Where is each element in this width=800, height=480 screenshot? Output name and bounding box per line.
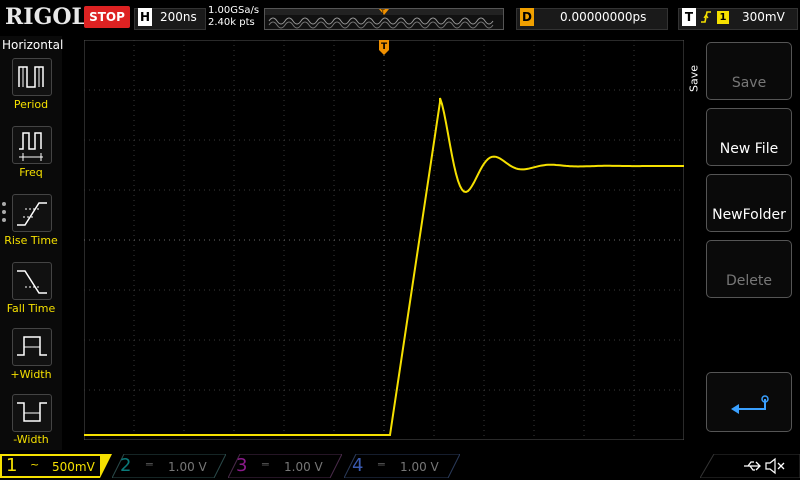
new-folder-button-label: NewFolder [712,207,786,223]
measure-negative-width-label: -Width [13,433,49,446]
save-button-label: Save [731,75,767,91]
negative-width-icon [17,402,47,422]
waveform-display[interactable]: T [84,40,684,440]
new-file-button[interactable]: New File [706,108,792,166]
brand-logo: RIGOL [5,4,87,30]
measure-freq-button[interactable] [12,126,52,164]
acquisition-info: 1.00GSa/s 2.40k pts [208,5,259,29]
overview-trigger-label: T [380,9,385,16]
save-menu-tab: Save [687,65,701,93]
save-button[interactable]: Save [706,42,792,100]
measure-positive-width-button[interactable] [12,328,52,366]
delay-value: 0.00000000ps [560,10,647,24]
page-dot [2,218,6,222]
trigger-label: T [682,8,696,26]
measure-rise-time-label: Rise Time [4,234,58,247]
measure-period-button[interactable] [12,58,52,96]
ch4-scale: 1.00 V [400,460,439,474]
page-dot [2,210,6,214]
ch3-number: 3 [236,455,248,476]
memory-depth: 2.40k pts [208,17,255,28]
ch3-scale: 1.00 V [284,460,323,474]
ch2-scale: 1.00 V [168,460,207,474]
period-icon [18,66,44,88]
top-status-bar: RIGOL STOP H 200ns 1.00GSa/s 2.40k pts T… [0,0,800,36]
measure-rise-time-button[interactable] [12,194,52,232]
ac-coupling-icon: ~ [30,458,40,471]
new-file-button-label: New File [719,141,779,157]
trigger-level-value: 300mV [742,10,785,24]
new-folder-button[interactable]: NewFolder [706,174,792,232]
ch2-number: 2 [120,455,132,476]
measure-positive-width-label: +Width [10,368,52,381]
dc-coupling-icon: ═ [146,458,153,471]
ch1-number: 1 [6,455,18,476]
run-stop-indicator[interactable]: STOP [84,6,130,28]
trigger-position-label: T [381,42,388,52]
delete-button-label: Delete [726,273,772,289]
timebase-value: 200ns [160,10,197,24]
positive-width-icon [17,336,47,356]
sample-rate: 1.00GSa/s [208,5,260,16]
return-arrow-icon [731,395,769,414]
horizontal-label: H [138,8,152,26]
ch4-number: 4 [352,455,364,476]
delete-button[interactable]: Delete [706,240,792,298]
usb-icon [744,461,761,471]
measure-negative-width-button[interactable] [12,394,52,432]
menu-title: Horizontal [2,38,64,52]
measure-fall-time-button[interactable] [12,262,52,300]
frequency-icon [19,132,43,161]
dc-coupling-icon: ═ [262,458,269,471]
rising-edge-icon [700,9,712,29]
ch1-scale: 500mV [52,460,95,474]
fall-time-icon [17,270,47,294]
trigger-source-badge: 1 [717,11,729,24]
dc-coupling-icon: ═ [378,458,385,471]
speaker-muted-icon[interactable] [764,457,786,475]
return-button[interactable] [706,372,792,432]
rise-time-icon [17,202,47,226]
waveform-overview-bar[interactable]: T [264,8,504,30]
overview-graphic: T [265,9,503,29]
measure-freq-label: Freq [19,166,43,179]
measure-period-label: Period [13,98,49,111]
delay-label: D [520,8,534,26]
page-dot [2,202,6,206]
measure-fall-time-label: Fall Time [6,302,56,315]
